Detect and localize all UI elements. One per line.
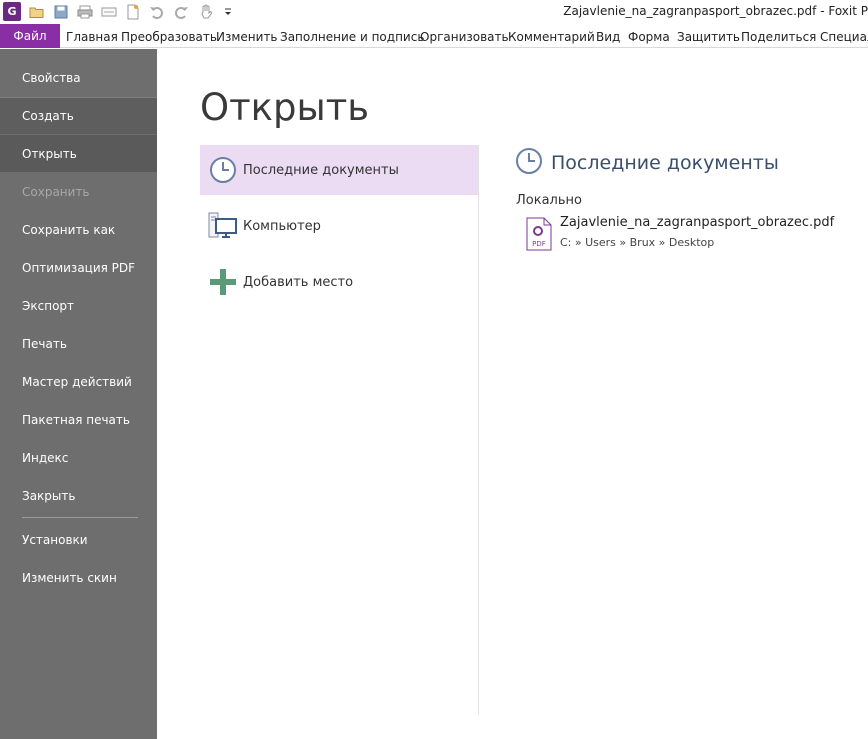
recent-heading-text: Последние документы bbox=[551, 152, 779, 174]
sidebar-item-export[interactable]: Экспорт bbox=[0, 287, 157, 324]
tab-form[interactable]: Форма bbox=[628, 30, 670, 44]
sidebar-item-properties[interactable]: Свойства bbox=[0, 59, 157, 96]
panel-divider bbox=[478, 145, 479, 715]
backstage-sidebar: Свойства Создать Открыть Сохранить Сохра… bbox=[0, 49, 157, 739]
customize-dropdown-icon[interactable] bbox=[222, 3, 234, 21]
tab-protect[interactable]: Защитить bbox=[677, 30, 740, 44]
page-title: Открыть bbox=[200, 86, 370, 129]
tab-comment[interactable]: Комментарий bbox=[508, 30, 595, 44]
recent-file-item[interactable]: PDF Zajavlenie_na_zagranpasport_obrazec.… bbox=[524, 213, 864, 253]
hand-tool-icon[interactable] bbox=[197, 3, 215, 21]
clock-icon bbox=[515, 147, 543, 179]
tab-convert[interactable]: Преобразовать bbox=[121, 30, 217, 44]
sidebar-item-batch-print[interactable]: Пакетная печать bbox=[0, 401, 157, 438]
recent-documents-heading: Последние документы bbox=[515, 147, 779, 179]
tab-special[interactable]: Специал bbox=[820, 30, 868, 44]
new-icon[interactable] bbox=[124, 3, 142, 21]
window-title: Zajavlenie_na_zagranpasport_obrazec.pdf … bbox=[563, 4, 868, 18]
open-folder-icon[interactable] bbox=[28, 3, 46, 21]
sidebar-item-action-wizard[interactable]: Мастер действий bbox=[0, 363, 157, 400]
sidebar-item-preferences[interactable]: Установки bbox=[0, 521, 157, 558]
tab-file[interactable]: Файл bbox=[0, 24, 60, 48]
scan-icon[interactable] bbox=[100, 3, 118, 21]
sidebar-item-index[interactable]: Индекс bbox=[0, 439, 157, 476]
tab-share[interactable]: Поделиться bbox=[741, 30, 816, 44]
recent-file-path: C: » Users » Brux » Desktop bbox=[560, 236, 715, 249]
undo-icon[interactable] bbox=[148, 3, 166, 21]
sidebar-item-save: Сохранить bbox=[22, 184, 90, 199]
app-logo[interactable]: G bbox=[3, 2, 21, 21]
tab-edit[interactable]: Изменить bbox=[216, 30, 278, 44]
pdf-file-icon: PDF bbox=[526, 217, 552, 251]
place-label: Добавить место bbox=[243, 274, 354, 290]
sidebar-item-change-skin[interactable]: Изменить скин bbox=[0, 559, 157, 596]
tab-view[interactable]: Вид bbox=[596, 30, 620, 44]
tab-home[interactable]: Главная bbox=[66, 30, 118, 44]
sidebar-item-open[interactable]: Открыть bbox=[0, 135, 157, 172]
pdf-icon-label: PDF bbox=[532, 240, 546, 248]
sidebar-separator bbox=[22, 517, 138, 518]
tab-fill-sign[interactable]: Заполнение и подпись bbox=[280, 30, 424, 44]
recent-file-name[interactable]: Zajavlenie_na_zagranpasport_obrazec.pdf bbox=[560, 215, 834, 230]
place-label: Компьютер bbox=[243, 218, 321, 234]
print-icon[interactable] bbox=[76, 3, 94, 21]
plus-icon bbox=[208, 267, 238, 297]
sidebar-item-close[interactable]: Закрыть bbox=[0, 477, 157, 514]
tab-organize[interactable]: Организовать bbox=[420, 30, 509, 44]
place-add-location[interactable]: Добавить место bbox=[200, 257, 478, 307]
sidebar-item-save-as[interactable]: Сохранить как bbox=[0, 211, 157, 248]
group-label-local: Локально bbox=[516, 193, 582, 208]
redo-icon[interactable] bbox=[172, 3, 190, 21]
save-icon[interactable] bbox=[52, 3, 70, 21]
place-computer[interactable]: Компьютер bbox=[200, 201, 478, 251]
computer-icon bbox=[208, 211, 238, 241]
place-label: Последние документы bbox=[243, 162, 399, 178]
sidebar-item-optimize-pdf[interactable]: Оптимизация PDF bbox=[0, 249, 157, 286]
sidebar-item-print[interactable]: Печать bbox=[0, 325, 157, 362]
clock-icon bbox=[208, 155, 238, 185]
sidebar-item-create[interactable]: Создать bbox=[0, 97, 157, 134]
place-recent-documents[interactable]: Последние документы bbox=[200, 145, 478, 195]
title-bar: G Zajavlenie_na_zagranpasport_obrazec.pd… bbox=[0, 0, 868, 24]
ribbon-tabs: Файл Главная Преобразовать Изменить Запо… bbox=[0, 24, 868, 48]
